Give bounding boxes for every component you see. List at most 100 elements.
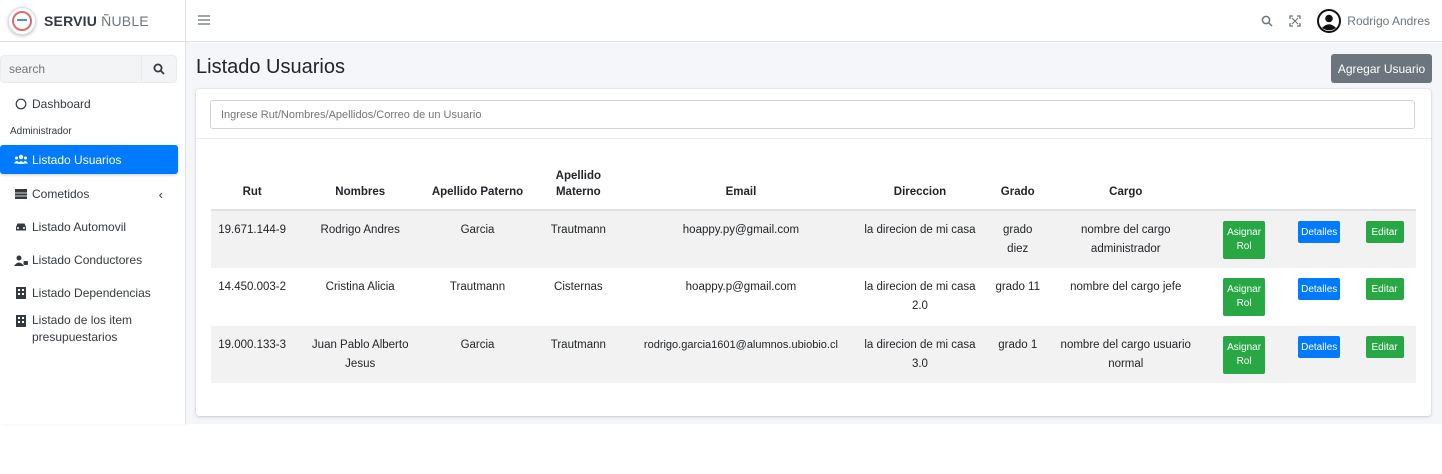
assign-role-button[interactable]: Asignar Rol [1223,221,1266,259]
users-icon [14,154,28,165]
sidebar-item-listado-conductores[interactable]: Listado Conductores [0,247,185,273]
sidebar-search-input[interactable] [0,55,142,83]
fullscreen-icon[interactable] [1289,15,1301,27]
details-button[interactable]: Detalles [1298,336,1341,358]
cell-rut: 14.450.003-2 [218,281,287,293]
chevron-left-icon: ‹ [158,186,163,202]
cell-email: rodrigo.garcia1601@alumnos.ubiobio.cl [643,339,838,351]
cell-nombres: Rodrigo Andres [320,224,400,236]
user-avatar-icon[interactable] [1317,9,1342,33]
sidebar-item-listado-items-presupuestarios[interactable]: Listado de los item presupuestarios [0,312,185,348]
user-name[interactable]: Rodrigo Andres [1347,14,1430,28]
assign-role-button[interactable]: Asignar Rol [1223,278,1266,316]
details-button[interactable]: Detalles [1298,221,1341,243]
sidebar-item-label: Listado Dependencias [32,286,151,300]
sidebar-item-label: Listado Automovil [32,220,127,234]
column-header-nombres[interactable]: Nombres [293,159,428,211]
building-icon [14,287,28,299]
cell-direccion: la direcion de mi casa [864,224,976,236]
table-row: 19.671.144-9 Rodrigo Andres Garcia Traut… [211,210,1416,268]
column-header-actions [1285,159,1354,211]
table-row: 14.450.003-2 Cristina Alicia Trautmann C… [211,268,1416,326]
column-header-apellido-materno[interactable]: Apellido Materno [527,159,629,211]
cell-apellido-paterno: Garcia [460,339,495,351]
assign-role-button[interactable]: Asignar Rol [1223,336,1266,374]
column-header-apellido-paterno[interactable]: Apellido Paterno [427,159,528,211]
cell-grado: grado diez [1003,224,1033,255]
sidebar-item-label: Cometidos [32,187,90,201]
brand-text-bold: SERVIU [44,12,98,29]
sidebar-item-label: Listado Usuarios [32,152,122,167]
circle-icon [14,98,28,110]
sidebar-item-cometidos[interactable]: Cometidos ‹ [0,180,185,208]
sidebar-search-button[interactable] [142,55,177,83]
sidebar-item-listado-dependencias[interactable]: Listado Dependencias [0,280,185,306]
add-user-button[interactable]: Agregar Usuario [1331,54,1432,83]
table-row: 19.000.133-3 Juan Pablo Alberto Jesus Ga… [211,326,1416,383]
page-title: Listado Usuarios [196,56,345,78]
user-filter-input[interactable] [210,100,1415,129]
cell-apellido-materno: Trautmann [550,339,606,351]
cell-cargo: nombre del cargo usuario normal [1060,339,1191,370]
edit-button[interactable]: Editar [1365,221,1404,243]
cell-cargo: nombre del cargo administrador [1081,224,1171,255]
cell-action: Editar [1353,210,1416,268]
cell-action: Asignar Rol [1203,268,1285,326]
top-navbar: Rodrigo Andres [186,0,1442,42]
brand-link[interactable]: SERVIU ÑUBLE [0,0,185,42]
cell-action: Asignar Rol [1203,210,1285,268]
cell-grado: grado 1 [998,339,1038,351]
user-tie-icon [14,255,28,266]
cell-action: Detalles [1285,268,1353,326]
sidebar-item-label: Dashboard [32,97,91,111]
cell-apellido-paterno: Trautmann [449,281,506,293]
column-header-rut[interactable]: Rut [211,159,294,211]
cell-grado: grado 11 [995,281,1040,293]
sidebar: SERVIU ÑUBLE Dashboard Administrador Lis… [0,0,186,424]
cell-direccion: la direcion de mi casa 2.0 [864,281,976,312]
column-header-actions [1202,159,1286,211]
brand-text-light: ÑUBLE [97,12,149,29]
cell-apellido-materno: Cisternas [554,281,603,293]
users-table: Rut Nombres Apellido Paterno Apellido Ma… [211,159,1416,383]
column-header-grado[interactable]: Grado [986,159,1049,211]
table-icon [14,189,28,199]
edit-button[interactable]: Editar [1365,278,1404,300]
cell-cargo: nombre del cargo jefe [1070,281,1182,293]
table-header-row: Rut Nombres Apellido Paterno Apellido Ma… [211,159,1416,211]
sidebar-header-administrador: Administrador [10,125,72,137]
column-header-cargo[interactable]: Cargo [1048,159,1203,211]
cell-apellido-materno: Trautmann [550,224,606,236]
cell-nombres: Cristina Alicia [325,281,395,293]
main-content: Listado Usuarios Agregar Usuario Rut Nom… [186,43,1442,424]
search-icon[interactable] [1261,15,1273,27]
users-card: Rut Nombres Apellido Paterno Apellido Ma… [196,89,1431,416]
cell-apellido-paterno: Garcia [460,224,495,236]
cell-direccion: la direcion de mi casa 3.0 [864,339,976,370]
brand-text: SERVIU ÑUBLE [44,13,149,29]
sidebar-search [0,55,177,83]
cell-action: Asignar Rol [1203,326,1285,383]
cell-action: Detalles [1285,326,1353,383]
details-button[interactable]: Detalles [1298,278,1341,300]
cell-email: hoappy.py@gmail.com [682,224,800,236]
top-right-controls: Rodrigo Andres [1261,0,1442,42]
cell-email: hoappy.p@gmail.com [685,281,797,293]
edit-button[interactable]: Editar [1365,336,1404,358]
cell-action: Detalles [1285,210,1353,268]
column-header-direccion[interactable]: Direccion [853,159,987,211]
sidebar-item-dashboard[interactable]: Dashboard [0,91,185,117]
car-icon [14,222,28,232]
sidebar-item-label: Listado Conductores [32,253,143,267]
column-header-email[interactable]: Email [628,159,854,211]
cell-nombres: Juan Pablo Alberto Jesus [311,339,409,370]
sidebar-item-listado-usuarios[interactable]: Listado Usuarios [0,145,178,174]
sidebar-item-label: Listado de los item presupuestarios [32,313,133,344]
cell-rut: 19.671.144-9 [218,224,287,236]
card-header [196,89,1431,139]
cell-action: Editar [1353,268,1416,326]
cell-rut: 19.000.133-3 [218,339,287,351]
brand-logo-icon [8,6,36,35]
hamburger-menu-icon[interactable] [198,12,210,30]
sidebar-item-listado-automovil[interactable]: Listado Automovil [0,214,185,240]
